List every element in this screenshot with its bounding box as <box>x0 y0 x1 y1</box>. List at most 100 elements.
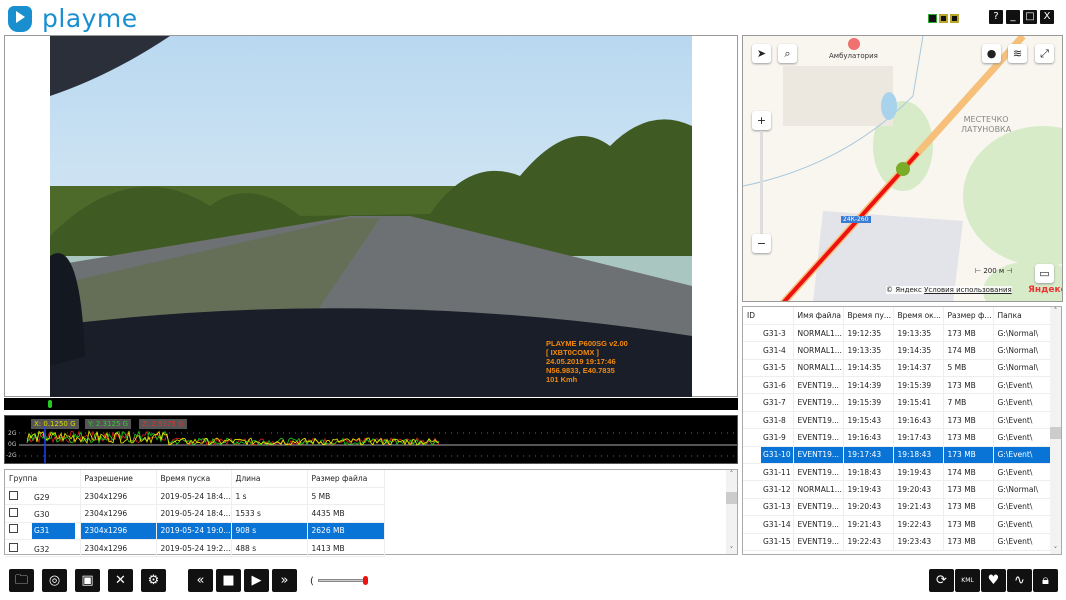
group-id: G30 <box>34 509 50 519</box>
file-cell: 173 MB <box>943 480 994 499</box>
file-row[interactable]: G31-4 NORMAL1... 19:13:35 19:14:35 174 MB G:\… <box>743 341 1051 360</box>
playback-progress-bar[interactable] <box>4 398 738 410</box>
file-cell: 19:16:43 <box>893 411 944 430</box>
col-length[interactable]: Длина <box>231 470 308 488</box>
group-row[interactable]: G29 2304x1296 2019-05-24 18:4... 1 s5 MB <box>5 487 385 506</box>
settings-button[interactable]: ⚙ <box>141 569 166 592</box>
zoom-in-button[interactable]: + <box>752 111 771 130</box>
accelerometer-graph[interactable]: X: 0.1250 G Y: 2.3125 G Z: 2.9375 G 2G 0… <box>4 415 738 464</box>
kml-export-button[interactable]: KML <box>955 569 980 592</box>
window-controls: ? _ □ X <box>986 10 1054 24</box>
map-pin-button[interactable]: ♥ <box>981 569 1006 592</box>
file-cell: G:\Event\ <box>993 498 1051 517</box>
file-row[interactable]: G31-11 EVENT19... 19:18:43 19:19:43 174 MB G:… <box>743 463 1051 482</box>
group-len: 1 s <box>231 487 308 506</box>
file-cell: G:\Normal\ <box>993 480 1051 499</box>
files-scrollbar[interactable]: ˄ ˅ <box>1050 307 1061 554</box>
file-row[interactable]: G31-5 NORMAL1... 19:14:35 19:14:37 5 MB G:\No… <box>743 359 1051 378</box>
lock-button[interactable]: 🔒︎ <box>1033 569 1058 592</box>
layers-button[interactable]: ≋ <box>1008 44 1027 63</box>
help-button[interactable]: ? <box>989 10 1003 24</box>
video-panel: PLAYME P600SG v2.00[ IXBT0COMX ] 24.05.20… <box>4 35 738 397</box>
delete-file-button[interactable]: ✕ <box>108 569 133 592</box>
group-id: G29 <box>34 492 50 502</box>
play-button[interactable]: ▶ <box>244 569 269 592</box>
map-search-button[interactable]: ⌕ <box>778 44 797 63</box>
file-cell: G31-15 <box>743 533 794 551</box>
group-row[interactable]: G32 2304x1296 2019-05-24 19:2... 488 s 1413 … <box>5 539 385 558</box>
col-end[interactable]: Время ок... <box>893 307 944 325</box>
file-cell: 173 MB <box>943 446 994 465</box>
progress-handle[interactable] <box>48 400 52 408</box>
group-checkbox[interactable] <box>9 490 18 500</box>
sync-button[interactable]: ⟳ <box>929 569 954 592</box>
file-cell: EVENT19... <box>793 393 844 412</box>
file-row[interactable]: G31-9 EVENT19... 19:16:43 19:17:43 173 MB G:\… <box>743 428 1051 447</box>
col-group[interactable]: Группа <box>5 470 81 488</box>
col-start[interactable]: Время пу... <box>843 307 894 325</box>
file-cell: 19:20:43 <box>843 498 894 517</box>
group-row[interactable]: G31 2304x1296 2019-05-24 19:0... 908 s 2626 … <box>5 522 385 541</box>
file-row[interactable]: G31-10 EVENT19... 19:17:43 19:18:43 173 MB G:… <box>743 446 1051 465</box>
stop-button[interactable]: ■ <box>216 569 241 592</box>
file-cell: G:\Event\ <box>993 393 1051 412</box>
traffic-button[interactable]: ● <box>982 44 1001 63</box>
open-folder-button[interactable]: 🗀 <box>9 569 34 592</box>
file-cell: EVENT19... <box>793 428 844 447</box>
file-cell: 19:15:39 <box>893 376 944 395</box>
ruler-button[interactable]: ▭ <box>1035 264 1054 283</box>
file-cell: G31-3 <box>743 324 794 343</box>
snapshot-button[interactable]: ◎ <box>42 569 67 592</box>
close-button[interactable]: X <box>1040 10 1054 24</box>
file-cell: G:\Normal\ <box>993 324 1051 343</box>
file-cell: 173 MB <box>943 498 994 517</box>
file-cell: G:\Event\ <box>993 428 1051 447</box>
file-cell: G31-9 <box>743 428 794 447</box>
map-canvas <box>743 36 1062 301</box>
fullscreen-button[interactable]: ⤢ <box>1035 44 1054 63</box>
save-button[interactable]: ▣ <box>75 569 100 592</box>
col-filename[interactable]: Имя файла <box>793 307 844 325</box>
rewind-button[interactable]: « <box>188 569 213 592</box>
file-row[interactable]: G31-6 EVENT19... 19:14:39 19:15:39 173 MB G:\… <box>743 376 1051 395</box>
volume-handle[interactable] <box>363 576 368 585</box>
fast-forward-button[interactable]: » <box>272 569 297 592</box>
group-len: 908 s <box>231 522 308 541</box>
groups-scrollbar[interactable]: ˄ ˅ <box>726 470 737 554</box>
group-start: 2019-05-24 18:4... <box>156 504 232 523</box>
video-frame[interactable]: PLAYME P600SG v2.00[ IXBT0COMX ] 24.05.20… <box>50 36 692 397</box>
group-checkbox[interactable] <box>9 542 18 552</box>
group-checkbox[interactable] <box>9 507 18 517</box>
group-row[interactable]: G30 2304x1296 2019-05-24 18:4... 1533 s 4435… <box>5 504 385 523</box>
ambulance-icon <box>848 38 860 50</box>
audio-button[interactable]: ∿ <box>1007 569 1032 592</box>
file-row[interactable]: G31-12 NORMAL1... 19:19:43 19:20:43 173 MB G:… <box>743 480 1051 499</box>
file-row[interactable]: G31-7 EVENT19... 19:15:39 19:15:41 7 MB G:\Ev… <box>743 393 1051 412</box>
files-table: ID Имя файла Время пу... Время ок... Размер … <box>742 306 1062 555</box>
zoom-out-button[interactable]: − <box>752 234 771 253</box>
video-osd: PLAYME P600SG v2.00[ IXBT0COMX ] 24.05.20… <box>546 339 628 384</box>
volume-slider[interactable] <box>318 576 368 585</box>
group-checkbox[interactable] <box>9 523 18 533</box>
file-row[interactable]: G31-13 EVENT19... 19:20:43 19:21:43 173 MB G:… <box>743 498 1051 517</box>
file-row[interactable]: G31-15 EVENT19... 19:22:43 19:23:43 173 MB G:… <box>743 533 1051 551</box>
file-row[interactable]: G31-14 EVENT19... 19:21:43 19:22:43 173 MB G:… <box>743 515 1051 534</box>
col-resolution[interactable]: Разрешение <box>80 470 157 488</box>
map-view[interactable]: Амбулатория МЕСТЕЧКО ЛАТУНОВКА 24К-260 ➤ … <box>742 35 1063 302</box>
col-start-time[interactable]: Время пуска <box>156 470 232 488</box>
maximize-button[interactable]: □ <box>1023 10 1037 24</box>
minimize-button[interactable]: _ <box>1006 10 1020 24</box>
col-file-size[interactable]: Размер файла <box>307 470 385 488</box>
file-cell: G:\Normal\ <box>993 341 1051 360</box>
col-id[interactable]: ID <box>743 307 794 325</box>
file-row[interactable]: G31-8 EVENT19... 19:15:43 19:16:43 173 MB G:\… <box>743 411 1051 430</box>
file-row[interactable]: G31-3 NORMAL1... 19:12:35 19:13:35 173 MB G:\… <box>743 324 1051 343</box>
tick-neg2g: -2G <box>6 452 17 459</box>
zoom-slider[interactable] <box>760 131 763 234</box>
file-cell: NORMAL1... <box>793 359 844 378</box>
col-folder[interactable]: Папка <box>993 307 1051 325</box>
file-cell: 19:18:43 <box>843 463 894 482</box>
col-size[interactable]: Размер ф... <box>943 307 994 325</box>
terms-link[interactable]: Условия использования <box>924 286 1012 294</box>
locate-button[interactable]: ➤ <box>752 44 771 63</box>
